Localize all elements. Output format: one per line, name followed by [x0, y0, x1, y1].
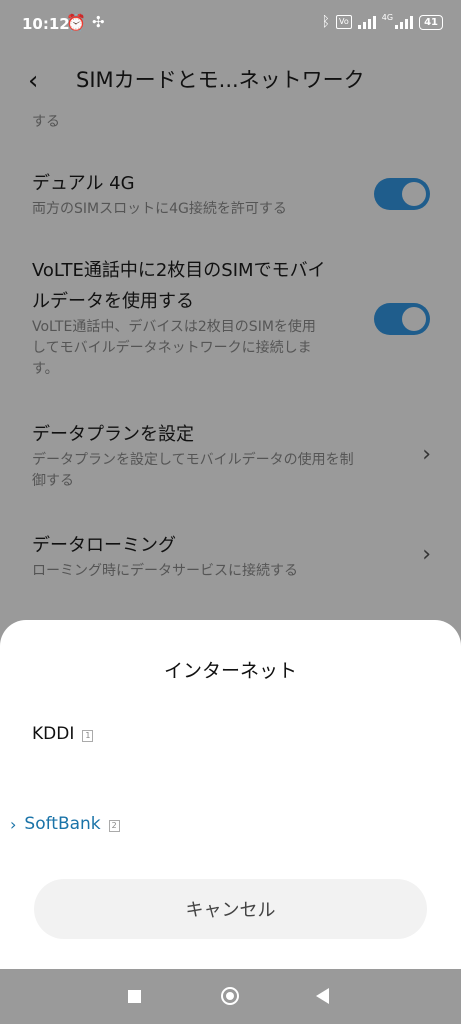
selected-chevron-icon: › [10, 814, 17, 834]
sim-name: SoftBank [24, 814, 101, 834]
setting-title: データプランを設定 [32, 424, 194, 445]
nav-back-icon[interactable] [316, 988, 329, 1004]
setting-dual-4g[interactable]: デュアル 4G 両方のSIMスロットに4G接続を許可する [32, 168, 372, 220]
sim-option-kddi[interactable]: KDDI 1 [0, 710, 461, 758]
toggle-knob [402, 182, 426, 206]
app-notification-icon: ✣ [92, 13, 105, 31]
internet-sim-sheet: インターネット KDDI 1 › SoftBank 2 キャンセル [0, 620, 461, 969]
setting-title-line2: ルデータを使用する [32, 291, 194, 312]
volte-icon: Vo [336, 15, 352, 29]
recents-icon[interactable] [128, 990, 141, 1003]
alarm-icon: ⏰ [66, 13, 86, 32]
setting-subtitle-line3: す。 [32, 361, 59, 377]
setting-subtitle: ローミング時にデータサービスに接続する [32, 563, 298, 579]
toggle-knob [402, 307, 426, 331]
bluetooth-icon: ᛒ [321, 14, 331, 30]
back-icon[interactable]: ‹ [28, 66, 38, 96]
sim-name: KDDI [32, 724, 75, 744]
signal-icon [357, 15, 376, 29]
setting-data-plan[interactable]: データプランを設定 データプランを設定してモバイルデータの使用を制 御する [32, 419, 412, 492]
setting-data-roaming[interactable]: データローミング ローミング時にデータサービスに接続する [32, 530, 372, 582]
cancel-button[interactable]: キャンセル [34, 879, 427, 939]
setting-subtitle-line2: してモバイルデータネットワークに接続しま [32, 340, 312, 356]
setting-title-line1: VoLTE通話中に2枚目のSIMでモバイ [32, 260, 326, 281]
truncated-text: する [32, 114, 60, 130]
sim-option-softbank[interactable]: › SoftBank 2 [0, 800, 461, 848]
setting-volte-data[interactable]: VoLTE通話中に2枚目のSIMでモバイ ルデータを使用する VoLTE通話中、… [32, 255, 372, 380]
setting-subtitle-line1: データプランを設定してモバイルデータの使用を制 [32, 452, 354, 468]
setting-title: デュアル 4G [32, 173, 135, 194]
navigation-bar [0, 969, 461, 1024]
status-bar: 10:12 ⏰ ✣ ᛒ Vo 4G 41 [0, 0, 461, 52]
volte-data-toggle[interactable] [374, 303, 430, 335]
status-time: 10:12 [22, 15, 70, 33]
sim-slot-badge: 2 [108, 820, 120, 832]
battery-icon: 41 [419, 14, 443, 30]
setting-subtitle: 両方のSIMスロットに4G接続を許可する [32, 201, 287, 217]
sim-slot-badge: 1 [82, 730, 94, 742]
sheet-title: インターネット [163, 660, 297, 682]
setting-title: データローミング [32, 535, 176, 556]
status-icons: ᛒ Vo 4G 41 [321, 12, 443, 30]
network-type-label: 4G [381, 12, 394, 22]
setting-subtitle-line1: VoLTE通話中、デバイスは2枚目のSIMを使用 [32, 319, 316, 335]
home-icon[interactable] [221, 987, 239, 1005]
chevron-right-icon: › [422, 542, 431, 567]
page-title: SIMカードとモ...ネットワーク [76, 68, 365, 92]
chevron-right-icon: › [422, 442, 431, 467]
signal-icon-2 [395, 15, 414, 29]
setting-subtitle-line2: 御する [32, 473, 74, 489]
dual-4g-toggle[interactable] [374, 178, 430, 210]
